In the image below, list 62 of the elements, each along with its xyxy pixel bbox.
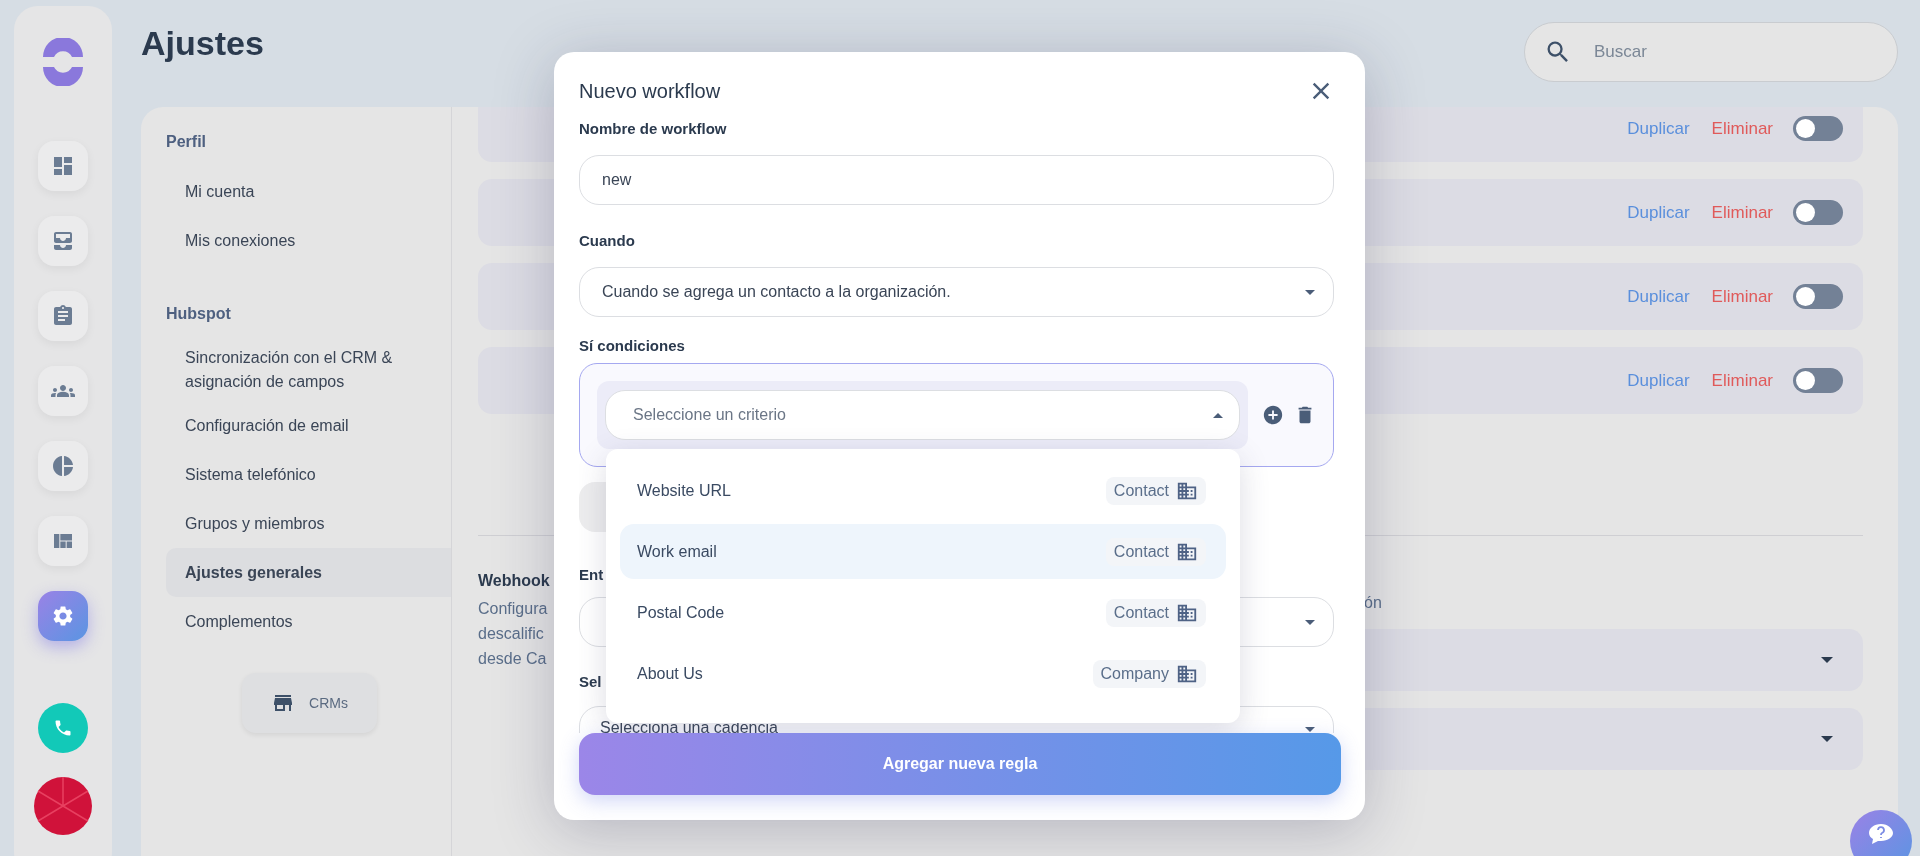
- rail-button[interactable]: [38, 141, 88, 191]
- settings-icon: [51, 604, 75, 628]
- help-icon: [1867, 822, 1895, 846]
- search-field[interactable]: Buscar: [1524, 22, 1898, 82]
- nav-section-title: Perfil: [166, 133, 207, 152]
- section-description: descalific: [478, 624, 544, 644]
- phone-icon: [53, 718, 73, 738]
- toggle-switch[interactable]: [1793, 200, 1843, 225]
- menu-option[interactable]: About Us Company: [620, 646, 1226, 701]
- menu-option[interactable]: Postal Code Contact: [620, 585, 1226, 640]
- rail-button[interactable]: [38, 291, 88, 341]
- inbox-icon: [51, 229, 75, 253]
- section-description: desde Ca: [478, 649, 547, 669]
- crms-button[interactable]: CRMs: [242, 673, 377, 733]
- rail-button[interactable]: [38, 366, 88, 416]
- nav-item[interactable]: Mi cuenta: [166, 167, 451, 216]
- avatar: [33, 776, 93, 836]
- nav-item[interactable]: Mis conexiones: [166, 216, 451, 265]
- section-title: Webhook: [478, 572, 550, 591]
- nav-item[interactable]: Grupos y miembros: [166, 499, 451, 548]
- nav-item[interactable]: Ajustes generales: [166, 548, 451, 597]
- rail-button[interactable]: [38, 516, 88, 566]
- field-label: Sí condiciones: [579, 337, 685, 354]
- add-icon[interactable]: [1262, 404, 1284, 426]
- dropdown-caret-icon: [1305, 289, 1315, 295]
- trigger-select[interactable]: Cuando se agrega un contacto a la organización.: [579, 267, 1334, 317]
- dropdown-caret-icon: [1821, 736, 1833, 742]
- object-tag: Contact: [1105, 537, 1206, 566]
- nav-section-title: Hubspot: [166, 305, 232, 324]
- menu-option[interactable]: Work email Contact: [620, 524, 1226, 579]
- field-label: Cuando: [579, 232, 635, 249]
- object-tag: Company: [1092, 659, 1206, 688]
- toggle-switch[interactable]: [1793, 284, 1843, 309]
- dropdown-caret-icon: [1305, 619, 1315, 625]
- name-input-field[interactable]: new: [579, 155, 1334, 205]
- dropdown-caret-icon: [1213, 412, 1223, 418]
- menu-option[interactable]: Website URL Contact: [620, 463, 1226, 518]
- field-label: Sel: [579, 673, 602, 690]
- nav-item[interactable]: Complementos: [166, 597, 451, 646]
- toggle-switch[interactable]: [1793, 116, 1843, 141]
- criterion-select[interactable]: Seleccione un criterio: [605, 390, 1240, 440]
- nav-item[interactable]: Sincronización con el CRM & asignación de campos: [166, 339, 451, 401]
- pie-chart-icon: [51, 454, 75, 478]
- clipboard-icon: [51, 304, 75, 328]
- toggle-switch[interactable]: [1793, 368, 1843, 393]
- nav-item[interactable]: Sistema telefónico: [166, 450, 451, 499]
- rail-button[interactable]: [38, 216, 88, 266]
- rail-button[interactable]: [38, 591, 88, 641]
- object-tag: Contact: [1105, 476, 1206, 505]
- dashboard-icon: [51, 154, 75, 178]
- rail-button[interactable]: [38, 441, 88, 491]
- field-label: Nombre de workflow: [579, 120, 727, 137]
- description-text: ón: [1364, 593, 1382, 613]
- dialog-title: Nuevo workflow: [579, 79, 721, 103]
- page-title: Ajustes: [141, 24, 264, 63]
- nav-item[interactable]: Configuración de email: [166, 401, 451, 450]
- field-label: Ent: [579, 566, 604, 583]
- object-tag: Contact: [1105, 598, 1206, 627]
- help-button[interactable]: [1850, 810, 1912, 856]
- dropdown-caret-icon: [1821, 657, 1833, 663]
- phone-button[interactable]: [38, 703, 88, 753]
- section-description: Configura: [478, 599, 548, 619]
